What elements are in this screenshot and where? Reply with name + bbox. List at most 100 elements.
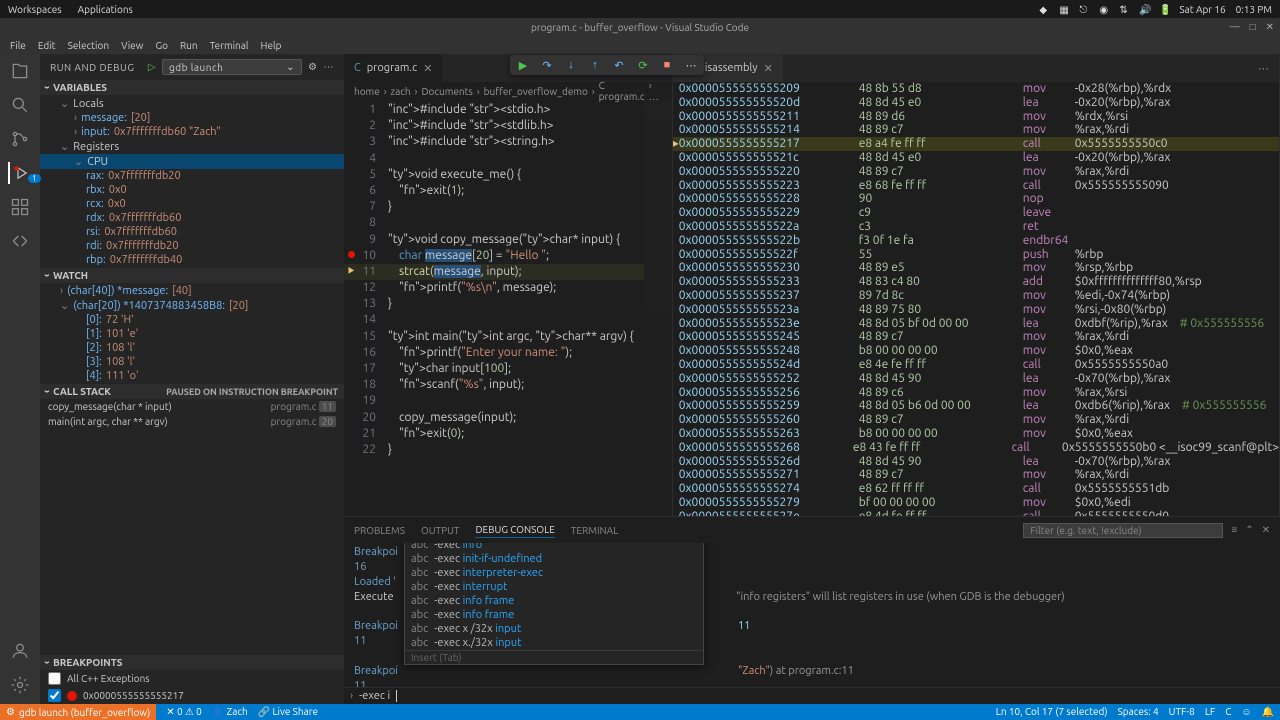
code-line[interactable]: 10 char message[20] = "Hello "; (344, 248, 644, 264)
disasm-row[interactable]: 0x0000555555555229c9leave (673, 206, 1279, 220)
more-icon[interactable]: ⋯ (1248, 62, 1279, 75)
window-maximize-icon[interactable]: □ (1250, 21, 1256, 33)
callstack-section[interactable]: ›CALL STACKPAUSED ON INSTRUCTION BREAKPO… (40, 384, 344, 399)
disasm-row[interactable]: 0x000055555555522bf3 0f 1e faendbr64 (673, 234, 1279, 248)
search-icon[interactable] (9, 94, 31, 116)
register-row[interactable]: rcx:0x0 (40, 197, 344, 211)
disasm-row[interactable]: 0x0000555555555268e8 43 fe ff ffcall0x55… (673, 441, 1279, 455)
disasm-row[interactable]: 0x000055555555524de8 4e fe ff ffcall0x55… (673, 358, 1279, 372)
disasm-row[interactable]: 0x000055555555523348 83 c4 80add$0xfffff… (673, 275, 1279, 289)
os-applications[interactable]: Applications (78, 4, 133, 15)
tray-network-icon[interactable]: ⇅ (1119, 4, 1129, 14)
panel-tab-output[interactable]: OUTPUT (421, 523, 460, 538)
status-bell-icon[interactable]: 🔔 (1262, 706, 1274, 718)
code-line[interactable]: 8 (344, 215, 644, 231)
register-row[interactable]: rax:0x7fffffffdb20 (40, 169, 344, 183)
code-line[interactable]: 4 (344, 151, 644, 167)
status-lang[interactable]: C (1225, 706, 1231, 718)
disasm-row[interactable]: 0x000055555555526048 89 c7mov%rax,%rdi (673, 413, 1279, 427)
disasm-row[interactable]: 0x0000555555555279bf 00 00 00 00mov$0x0,… (673, 496, 1279, 510)
debug-continue-icon[interactable]: ▶ (516, 58, 530, 72)
disasm-row[interactable]: 0x000055555555525648 89 c6mov%rax,%rsi (673, 386, 1279, 400)
code-line[interactable]: 13} (344, 296, 644, 312)
status-cursor[interactable]: Ln 10, Col 17 (7 selected) (996, 706, 1108, 718)
panel-icon[interactable]: ≡ (1231, 524, 1237, 536)
panel-tab-problems[interactable]: PROBLEMS (354, 523, 405, 538)
disasm-row[interactable]: 0x000055555555523a48 89 75 80mov%rsi,-0x… (673, 303, 1279, 317)
disasm-row[interactable]: 0x000055555555522048 89 c7mov%rax,%rdi (673, 165, 1279, 179)
variables-section[interactable]: ›VARIABLES (40, 80, 344, 95)
var-message[interactable]: ›message:[20] (40, 111, 344, 125)
more-icon[interactable]: ⋯ (324, 61, 335, 73)
callstack-frame[interactable]: copy_message(char * input)program.c 11 (40, 399, 344, 414)
code-line[interactable]: 18 "fn">scanf("%s", input); (344, 377, 644, 393)
debug-stepover-icon[interactable]: ↷ (540, 58, 554, 72)
suggest-item[interactable]: abc-exec x /32x input (405, 622, 703, 636)
register-row[interactable]: rdx:0x7fffffffdb60 (40, 211, 344, 225)
code-line[interactable]: 20 copy_message(input); (344, 410, 644, 426)
tree-row[interactable]: ⌄Locals (40, 96, 344, 111)
suggest-item[interactable]: abc-exec init-if-undefined (405, 552, 703, 566)
disasm-row[interactable]: 0x000055555555521448 89 c7mov%rax,%rdi (673, 123, 1279, 137)
code-line[interactable]: 19 (344, 393, 644, 409)
gear-icon[interactable]: ⚙ (308, 61, 317, 73)
code-line[interactable]: 15"ty">int main("ty">int argc, "ty">char… (344, 329, 644, 345)
code-line[interactable]: 7} (344, 199, 644, 215)
remote-icon[interactable] (9, 230, 31, 252)
tree-row[interactable]: ⌄Registers (40, 139, 344, 154)
watch-element[interactable]: [3]:108 'l' (40, 355, 344, 369)
tray-icon[interactable]: ⎋ (1079, 4, 1089, 14)
register-row[interactable]: rbx:0x0 (40, 183, 344, 197)
watch-element[interactable]: [1]:101 'e' (40, 327, 344, 341)
code-line[interactable]: 5"ty">void execute_me() { (344, 167, 644, 183)
watch-element[interactable]: [2]:108 'l' (40, 341, 344, 355)
disasm-row[interactable]: 0x0000555555555274e8 62 ff ff ffcall0x55… (673, 482, 1279, 496)
disasm-row[interactable]: 0x000055555555521c48 8d 45 e0lea-0x20(%r… (673, 151, 1279, 165)
code-editor[interactable]: 1"inc">#include "str"><stdio.h>2"inc">#i… (344, 100, 644, 516)
debug-more-icon[interactable]: ⋯ (684, 58, 698, 72)
disasm-row[interactable]: 0x000055555555520948 8b 55 d8mov-0x28(%r… (673, 82, 1279, 96)
panel-close-icon[interactable]: ✕ (1262, 524, 1270, 536)
watch-row[interactable]: ›(char[40]) *message:[40] (40, 284, 344, 298)
disasm-row[interactable]: 0x000055555555521148 89 d6mov%rdx,%rsi (673, 110, 1279, 124)
disasm-row[interactable]: 0x000055555555522890nop (673, 192, 1279, 206)
remote-indicator[interactable]: ⚙ gdb launch (buffer_overflow) (0, 704, 156, 720)
code-line[interactable]: 6 "fn">exit(1); (344, 183, 644, 199)
extensions-icon[interactable] (9, 196, 31, 218)
settings-icon[interactable] (9, 674, 31, 696)
launch-config-select[interactable]: gdb launch⌄ (162, 59, 302, 75)
os-workspaces[interactable]: Workspaces (8, 4, 62, 15)
callstack-frame[interactable]: main(int argc, char ** argv)program.c 20 (40, 414, 344, 429)
code-line[interactable]: 21 "fn">exit(0); (344, 426, 644, 442)
debug-restart-icon[interactable]: ⟳ (636, 58, 650, 72)
tray-icon[interactable]: ▦ (1059, 4, 1069, 14)
suggest-item[interactable]: abc-exec interpreter-exec (405, 566, 703, 580)
disasm-row[interactable]: 0x000055555555523e48 8d 05 bf 0d 00 00le… (673, 317, 1279, 331)
debug-stepout-icon[interactable]: ↑ (588, 58, 602, 72)
menu-view[interactable]: View (117, 40, 147, 51)
status-indent[interactable]: Spaces: 4 (1118, 706, 1159, 718)
status-feedback-icon[interactable]: ☺ (1241, 706, 1251, 718)
code-line[interactable]: 14 (344, 312, 644, 328)
scm-icon[interactable] (9, 128, 31, 150)
window-minimize-icon[interactable]: — (1230, 21, 1240, 33)
register-row[interactable]: rbp:0x7fffffffdb40 (40, 253, 344, 267)
disasm-row[interactable]: ▸0x0000555555555217e8 a4 fe ff ffcall0x5… (673, 137, 1279, 151)
debug-back-icon[interactable]: ↶ (612, 58, 626, 72)
close-icon[interactable]: ✕ (764, 62, 773, 75)
bp-checkbox[interactable] (48, 689, 61, 702)
register-row[interactable]: rdi:0x7fffffffdb20 (40, 239, 344, 253)
status-user[interactable]: 👤 Zach (212, 706, 248, 718)
minimap[interactable] (644, 100, 672, 516)
cpu-row[interactable]: ⌄CPU (40, 154, 344, 169)
watch-element[interactable]: [0]:72 'H' (40, 313, 344, 327)
suggest-item[interactable]: abc-exec interrupt (405, 580, 703, 594)
status-liveshare[interactable]: 🔗 Live Share (258, 706, 318, 718)
breakpoint-row[interactable]: 0x0000555555555217 (40, 687, 344, 704)
disasm-row[interactable]: 0x000055555555525948 8d 05 b6 0d 00 00le… (673, 399, 1279, 413)
disassembly-view[interactable]: 0x000055555555520948 8b 55 d8mov-0x28(%r… (673, 82, 1279, 516)
code-line[interactable]: 2"inc">#include "str"><stdlib.h> (344, 118, 644, 134)
watch-row[interactable]: ⌄(char[20]) *1407374883458B8:[20] (40, 298, 344, 313)
code-line[interactable]: 17 "ty">char input[100]; (344, 361, 644, 377)
debug-console[interactable]: Breakpoi16Loaded 'Execute "info register… (344, 543, 1280, 687)
